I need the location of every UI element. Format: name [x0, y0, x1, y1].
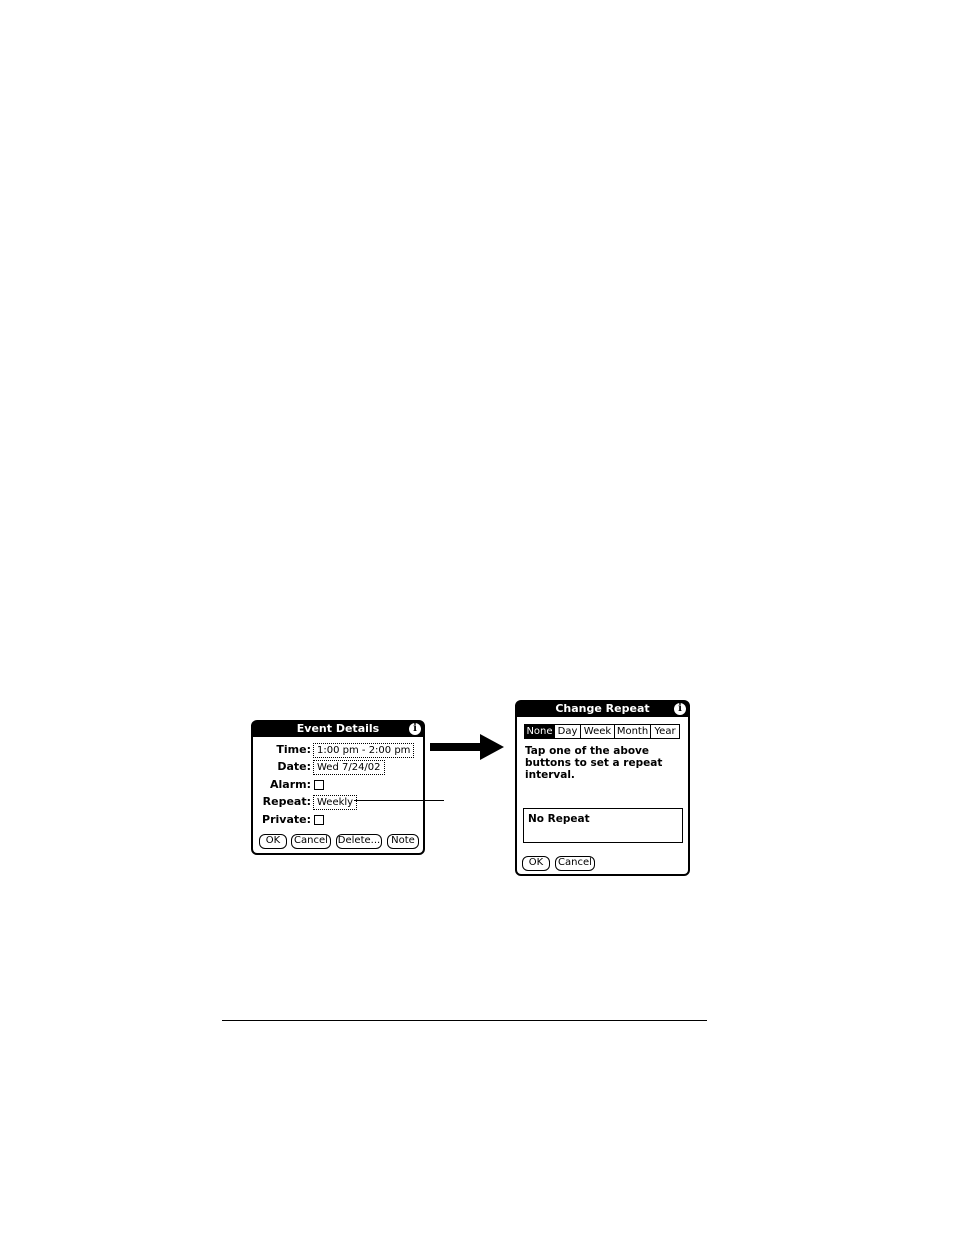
footer-rule	[222, 1020, 707, 1021]
date-label: Date:	[277, 760, 311, 773]
change-repeat-dialog: Change Repeat i None Day Week Month Year…	[515, 700, 690, 876]
alarm-checkbox[interactable]	[314, 780, 324, 790]
repeat-label: Repeat:	[262, 795, 311, 808]
private-label: Private:	[262, 813, 311, 826]
alarm-label: Alarm:	[270, 778, 311, 791]
repeat-summary-box: No Repeat	[523, 808, 683, 843]
ok-button[interactable]: OK	[522, 856, 550, 871]
instructions-line: buttons to set a repeat	[525, 757, 663, 769]
info-icon[interactable]: i	[674, 703, 686, 715]
change-repeat-title-text: Change Repeat	[555, 702, 650, 715]
instructions-text: Tap one of the above buttons to set a re…	[525, 745, 662, 781]
tab-month[interactable]: Month	[615, 725, 651, 738]
repeat-summary-text: No Repeat	[528, 813, 590, 825]
private-checkbox[interactable]	[314, 815, 324, 825]
info-icon[interactable]: i	[409, 723, 421, 735]
tab-none[interactable]: None	[525, 725, 555, 738]
tab-day[interactable]: Day	[555, 725, 581, 738]
right-arrow-icon	[430, 734, 504, 760]
event-details-dialog: Event Details i Time: 1:00 pm - 2:00 pm …	[251, 720, 425, 855]
delete-button[interactable]: Delete...	[336, 834, 382, 849]
time-label: Time:	[276, 743, 311, 756]
repeat-interval-tabs: None Day Week Month Year	[524, 724, 680, 739]
event-details-title: Event Details i	[252, 721, 424, 737]
event-details-title-text: Event Details	[296, 722, 380, 735]
note-button[interactable]: Note	[387, 834, 419, 849]
instructions-line: Tap one of the above	[525, 745, 650, 757]
cancel-button[interactable]: Cancel	[555, 856, 595, 871]
repeat-field[interactable]: Weekly	[313, 795, 358, 810]
ok-button[interactable]: OK	[259, 834, 287, 849]
cancel-button[interactable]: Cancel	[291, 834, 331, 849]
instructions-line: interval.	[525, 769, 575, 781]
time-field[interactable]: 1:00 pm - 2:00 pm	[313, 743, 415, 758]
tab-week[interactable]: Week	[581, 725, 615, 738]
tab-year[interactable]: Year	[651, 725, 679, 738]
date-field[interactable]: Wed 7/24/02	[313, 760, 385, 775]
change-repeat-title: Change Repeat i	[516, 701, 689, 717]
callout-line	[354, 800, 444, 801]
